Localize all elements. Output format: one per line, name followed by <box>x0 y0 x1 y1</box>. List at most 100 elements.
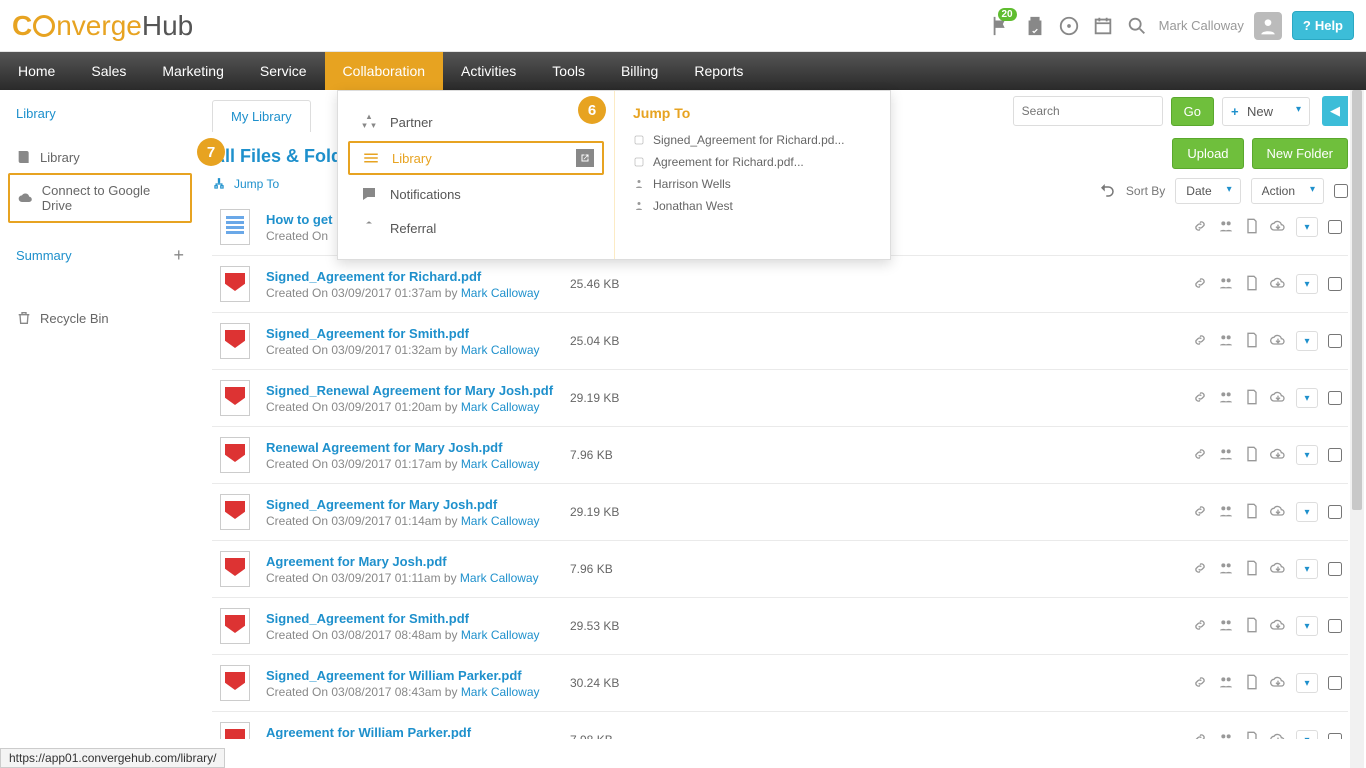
download-icon[interactable] <box>1270 503 1286 522</box>
share-icon[interactable] <box>1218 218 1234 237</box>
link-icon[interactable] <box>1192 389 1208 408</box>
doc-icon[interactable] <box>1244 218 1260 237</box>
flag-icon[interactable]: 20 <box>989 14 1013 38</box>
vertical-scrollbar[interactable] <box>1350 90 1364 768</box>
share-icon[interactable] <box>1218 617 1234 636</box>
clipboard-icon[interactable] <box>1023 14 1047 38</box>
avatar[interactable] <box>1254 12 1282 40</box>
author-link[interactable]: Mark Calloway <box>461 628 540 642</box>
jump-item[interactable]: Harrison Wells <box>633 173 872 195</box>
row-checkbox[interactable] <box>1328 448 1342 462</box>
jump-item[interactable]: Jonathan West <box>633 195 872 217</box>
scrollbar-thumb[interactable] <box>1352 90 1362 510</box>
select-all-checkbox[interactable] <box>1334 184 1348 198</box>
link-icon[interactable] <box>1192 731 1208 740</box>
row-dropdown[interactable]: ▾ <box>1296 217 1318 237</box>
file-name-link[interactable]: Agreement for Mary Josh.pdf <box>266 554 556 569</box>
author-link[interactable]: Mark Calloway <box>461 514 540 528</box>
dropdown-item-referral[interactable]: Referral <box>338 211 614 245</box>
open-external-icon[interactable] <box>576 149 594 167</box>
download-icon[interactable] <box>1270 617 1286 636</box>
tab-my-library[interactable]: My Library <box>212 100 311 132</box>
undo-icon[interactable] <box>1098 181 1116 202</box>
author-link[interactable]: Mark Calloway <box>461 286 540 300</box>
nav-item-tools[interactable]: Tools <box>534 52 603 90</box>
share-icon[interactable] <box>1218 731 1234 740</box>
username-label[interactable]: Mark Calloway <box>1159 18 1244 33</box>
share-icon[interactable] <box>1218 446 1234 465</box>
download-icon[interactable] <box>1270 218 1286 237</box>
file-name-link[interactable]: Signed_Agreement for Smith.pdf <box>266 611 556 626</box>
sidebar-item-library[interactable]: Library <box>8 141 192 173</box>
author-link[interactable]: Mark Calloway <box>460 571 539 585</box>
dropdown-item-partner[interactable]: Partner <box>338 105 614 139</box>
collapse-panel-icon[interactable]: ◀ <box>1322 96 1348 126</box>
search-input[interactable] <box>1013 96 1163 126</box>
row-dropdown[interactable]: ▾ <box>1296 673 1318 693</box>
share-icon[interactable] <box>1218 332 1234 351</box>
search-icon[interactable] <box>1125 14 1149 38</box>
go-button[interactable]: Go <box>1171 97 1214 126</box>
nav-item-home[interactable]: Home <box>0 52 73 90</box>
nav-item-activities[interactable]: Activities <box>443 52 534 90</box>
row-dropdown[interactable]: ▾ <box>1296 388 1318 408</box>
row-checkbox[interactable] <box>1328 505 1342 519</box>
row-checkbox[interactable] <box>1328 334 1342 348</box>
file-name-link[interactable]: Signed_Agreement for William Parker.pdf <box>266 668 556 683</box>
file-name-link[interactable]: Signed_Agreement for Smith.pdf <box>266 326 556 341</box>
dropdown-item-notifications[interactable]: Notifications <box>338 177 614 211</box>
link-icon[interactable] <box>1192 560 1208 579</box>
new-dropdown[interactable]: New <box>1222 97 1310 126</box>
download-icon[interactable] <box>1270 332 1286 351</box>
help-button[interactable]: ?Help <box>1292 11 1354 40</box>
doc-icon[interactable] <box>1244 560 1260 579</box>
file-name-link[interactable]: Signed_Agreement for Richard.pdf <box>266 269 556 284</box>
file-name-link[interactable]: Signed_Renewal Agreement for Mary Josh.p… <box>266 383 556 398</box>
plus-icon[interactable]: + <box>173 245 184 266</box>
row-dropdown[interactable]: ▾ <box>1296 616 1318 636</box>
sidebar-breadcrumb[interactable]: Library <box>8 100 192 127</box>
row-checkbox[interactable] <box>1328 562 1342 576</box>
doc-icon[interactable] <box>1244 674 1260 693</box>
file-name-link[interactable]: Agreement for William Parker.pdf <box>266 725 556 740</box>
link-icon[interactable] <box>1192 218 1208 237</box>
row-checkbox[interactable] <box>1328 619 1342 633</box>
nav-item-reports[interactable]: Reports <box>676 52 761 90</box>
download-icon[interactable] <box>1270 560 1286 579</box>
row-checkbox[interactable] <box>1328 277 1342 291</box>
download-icon[interactable] <box>1270 446 1286 465</box>
target-icon[interactable] <box>1057 14 1081 38</box>
link-icon[interactable] <box>1192 617 1208 636</box>
nav-item-service[interactable]: Service <box>242 52 325 90</box>
share-icon[interactable] <box>1218 389 1234 408</box>
share-icon[interactable] <box>1218 674 1234 693</box>
nav-item-collaboration[interactable]: Collaboration <box>325 52 444 90</box>
doc-icon[interactable] <box>1244 389 1260 408</box>
row-checkbox[interactable] <box>1328 733 1342 739</box>
row-dropdown[interactable]: ▾ <box>1296 730 1318 739</box>
row-dropdown[interactable]: ▾ <box>1296 331 1318 351</box>
sidebar-item-recycle[interactable]: Recycle Bin <box>8 302 192 334</box>
nav-item-billing[interactable]: Billing <box>603 52 676 90</box>
jump-item[interactable]: Agreement for Richard.pdf... <box>633 151 872 173</box>
sidebar-summary[interactable]: Summary + <box>8 237 192 274</box>
link-icon[interactable] <box>1192 275 1208 294</box>
author-link[interactable]: Mark Calloway <box>461 343 540 357</box>
author-link[interactable]: Mark Calloway <box>461 457 540 471</box>
jump-item[interactable]: Signed_Agreement for Richard.pd... <box>633 129 872 151</box>
share-icon[interactable] <box>1218 560 1234 579</box>
row-checkbox[interactable] <box>1328 391 1342 405</box>
row-dropdown[interactable]: ▾ <box>1296 445 1318 465</box>
nav-item-sales[interactable]: Sales <box>73 52 144 90</box>
sort-field-select[interactable]: Date <box>1175 178 1240 204</box>
doc-icon[interactable] <box>1244 275 1260 294</box>
link-icon[interactable] <box>1192 332 1208 351</box>
link-icon[interactable] <box>1192 446 1208 465</box>
doc-icon[interactable] <box>1244 731 1260 740</box>
download-icon[interactable] <box>1270 731 1286 740</box>
doc-icon[interactable] <box>1244 332 1260 351</box>
link-icon[interactable] <box>1192 674 1208 693</box>
sidebar-item-gdrive[interactable]: Connect to Google Drive <box>8 173 192 223</box>
doc-icon[interactable] <box>1244 446 1260 465</box>
file-name-link[interactable]: Signed_Agreement for Mary Josh.pdf <box>266 497 556 512</box>
